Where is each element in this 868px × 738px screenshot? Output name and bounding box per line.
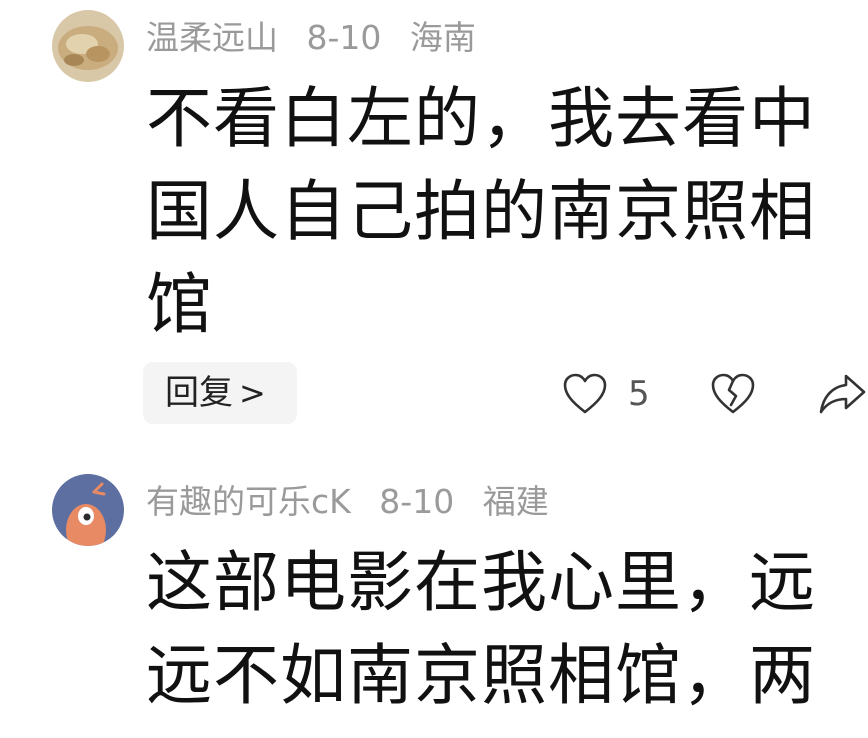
comment-meta: 有趣的可乐cK 8-10 福建 bbox=[146, 480, 567, 524]
comment-date: 8-10 bbox=[379, 482, 455, 521]
comment-text: 这部电影在我心里，远远不如南京照相馆，两 bbox=[146, 544, 816, 714]
comment-location: 海南 bbox=[409, 18, 476, 57]
reply-button[interactable]: 回复 > bbox=[143, 362, 297, 424]
comment-location: 福建 bbox=[482, 482, 549, 521]
username[interactable]: 有趣的可乐cK bbox=[146, 482, 351, 521]
comment-text: 不看白左的，我去看中国人自己拍的南京照相馆 bbox=[146, 80, 816, 343]
reply-label: 回复 bbox=[165, 373, 233, 413]
share-icon bbox=[819, 374, 866, 414]
avatar[interactable] bbox=[52, 10, 124, 82]
heart-outline-icon bbox=[563, 373, 607, 414]
share-button[interactable] bbox=[818, 370, 868, 416]
username[interactable]: 温柔远山 bbox=[146, 18, 278, 57]
chevron-right-icon: > bbox=[239, 374, 266, 412]
comment-meta: 温柔远山 8-10 海南 bbox=[146, 16, 494, 60]
avatar[interactable] bbox=[52, 474, 124, 546]
like-button[interactable] bbox=[562, 372, 608, 416]
comment-date: 8-10 bbox=[306, 18, 382, 57]
like-count: 5 bbox=[628, 374, 650, 414]
avatar-image bbox=[52, 10, 124, 82]
avatar-image bbox=[52, 474, 124, 546]
dislike-button[interactable] bbox=[710, 372, 756, 416]
broken-heart-icon bbox=[711, 373, 755, 414]
